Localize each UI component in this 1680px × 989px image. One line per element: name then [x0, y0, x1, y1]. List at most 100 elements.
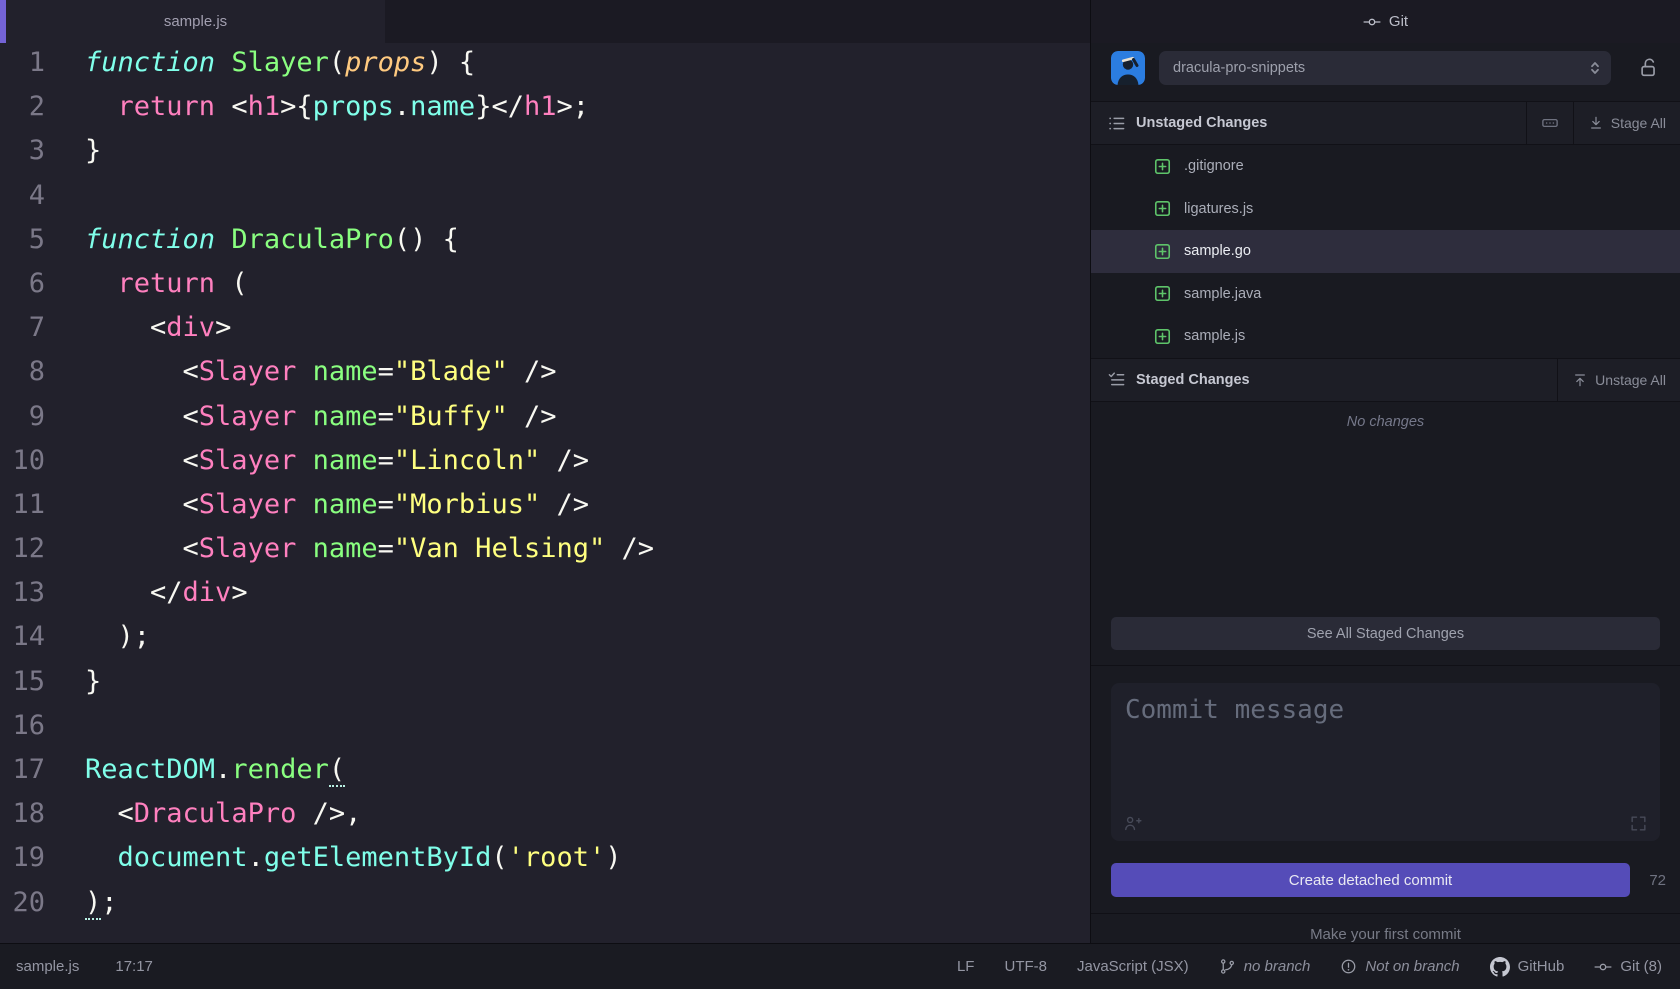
- unstaged-file-ligatures.js[interactable]: ligatures.js: [1091, 188, 1680, 231]
- code-text: }: [45, 660, 101, 704]
- code-line[interactable]: 4: [0, 174, 1090, 218]
- statusbar-git-changes[interactable]: Git (8): [1594, 958, 1662, 976]
- diff-added-icon: [1153, 199, 1172, 218]
- unstage-all-button[interactable]: Unstage All: [1558, 359, 1680, 401]
- code-text: return (: [45, 262, 248, 306]
- code-line[interactable]: 20);: [0, 881, 1090, 925]
- code-text: </div>: [45, 571, 248, 615]
- code-editor[interactable]: 1function Slayer(props) {2 return <h1>{p…: [0, 41, 1090, 925]
- status-label: no branch: [1244, 958, 1311, 975]
- unstaged-file-list: .gitignore ligatures.js sample.go sample.ja…: [1091, 145, 1680, 358]
- line-number: 10: [0, 439, 45, 483]
- code-text: document.getElementById('root'): [45, 836, 621, 880]
- user-avatar[interactable]: [1111, 51, 1145, 85]
- code-line[interactable]: 11 <Slayer name="Morbius" />: [0, 483, 1090, 527]
- code-line[interactable]: 10 <Slayer name="Lincoln" />: [0, 439, 1090, 483]
- line-number: 20: [0, 881, 45, 925]
- code-text: [45, 174, 85, 218]
- git-commit-icon: [1594, 958, 1612, 976]
- code-text: <Slayer name="Blade" />: [45, 350, 556, 394]
- code-line[interactable]: 16: [0, 704, 1090, 748]
- code-text: function Slayer(props) {: [45, 41, 475, 85]
- code-text: ReactDOM.render(: [45, 748, 345, 792]
- code-line[interactable]: 18 <DraculaPro />,: [0, 792, 1090, 836]
- code-text: <Slayer name="Lincoln" />: [45, 439, 589, 483]
- statusbar-github[interactable]: GitHub: [1490, 957, 1565, 977]
- code-line[interactable]: 1function Slayer(props) {: [0, 41, 1090, 85]
- code-line[interactable]: 19 document.getElementById('root'): [0, 836, 1090, 880]
- unstaged-file-.gitignore[interactable]: .gitignore: [1091, 145, 1680, 188]
- code-line[interactable]: 12 <Slayer name="Van Helsing" />: [0, 527, 1090, 571]
- code-text: <div>: [45, 306, 231, 350]
- file-name: .gitignore: [1184, 158, 1244, 174]
- status-label: LF: [957, 958, 975, 975]
- statusbar-encoding[interactable]: UTF-8: [1004, 958, 1047, 975]
- code-text: <Slayer name="Van Helsing" />: [45, 527, 654, 571]
- code-line[interactable]: 2 return <h1>{props.name}</h1>;: [0, 85, 1090, 129]
- statusbar-filename[interactable]: sample.js: [16, 958, 79, 975]
- diff-added-icon: [1153, 242, 1172, 261]
- unstaged-changes-label: Unstaged Changes: [1136, 115, 1267, 131]
- code-line[interactable]: 9 <Slayer name="Buffy" />: [0, 395, 1090, 439]
- line-number: 4: [0, 174, 45, 218]
- see-all-staged-changes-button[interactable]: See All Staged Changes: [1111, 617, 1660, 650]
- stage-all-button[interactable]: Stage All: [1574, 102, 1680, 144]
- git-panel-title: Git: [1389, 13, 1408, 30]
- line-number: 7: [0, 306, 45, 350]
- line-number: 15: [0, 660, 45, 704]
- unstaged-changes-header: Unstaged Changes Stage All: [1091, 101, 1680, 145]
- code-line[interactable]: 15}: [0, 660, 1090, 704]
- code-line[interactable]: 6 return (: [0, 262, 1090, 306]
- repo-selector-value: dracula-pro-snippets: [1159, 60, 1587, 76]
- unstaged-file-sample.java[interactable]: sample.java: [1091, 273, 1680, 316]
- code-text: <Slayer name="Buffy" />: [45, 395, 556, 439]
- git-branch-icon: [1219, 958, 1236, 975]
- line-number: 3: [0, 129, 45, 173]
- statusbar-grammar[interactable]: JavaScript (JSX): [1077, 958, 1189, 975]
- file-name: sample.go: [1184, 243, 1251, 259]
- line-number: 11: [0, 483, 45, 527]
- unstaged-file-sample.js[interactable]: sample.js: [1091, 315, 1680, 358]
- status-label: JavaScript (JSX): [1077, 958, 1189, 975]
- code-line[interactable]: 8 <Slayer name="Blade" />: [0, 350, 1090, 394]
- statusbar-branch-warning[interactable]: Not on branch: [1340, 958, 1459, 975]
- code-line[interactable]: 3}: [0, 129, 1090, 173]
- tab-sample-js[interactable]: sample.js: [6, 0, 385, 43]
- tab-title: sample.js: [164, 13, 227, 30]
- unlock-icon[interactable]: [1638, 57, 1660, 79]
- code-text: function DraculaPro() {: [45, 218, 459, 262]
- statusbar-branch[interactable]: no branch: [1219, 958, 1311, 975]
- line-number: 13: [0, 571, 45, 615]
- section-divider: [1091, 665, 1680, 666]
- unstaged-file-sample.go[interactable]: sample.go: [1091, 230, 1680, 273]
- staged-changes-header: Staged Changes Unstage All: [1091, 358, 1680, 402]
- editor-pane: sample.js 1function Slayer(props) {2 ret…: [0, 0, 1091, 943]
- line-number: 2: [0, 85, 45, 129]
- unstaged-menu-button[interactable]: [1527, 102, 1573, 144]
- status-label: Not on branch: [1365, 958, 1459, 975]
- create-detached-commit-button[interactable]: Create detached commit: [1111, 863, 1630, 897]
- expand-icon[interactable]: [1629, 814, 1648, 833]
- diff-added-icon: [1153, 157, 1172, 176]
- file-name: ligatures.js: [1184, 201, 1253, 217]
- line-number: 12: [0, 527, 45, 571]
- code-line[interactable]: 5function DraculaPro() {: [0, 218, 1090, 262]
- commit-message-box: [1111, 683, 1660, 841]
- statusbar-cursor-position[interactable]: 17:17: [115, 958, 153, 975]
- diff-added-icon: [1153, 284, 1172, 303]
- person-add-icon[interactable]: [1123, 814, 1142, 833]
- staged-changes-label: Staged Changes: [1136, 372, 1250, 388]
- status-label: 17:17: [115, 958, 153, 975]
- code-line[interactable]: 7 <div>: [0, 306, 1090, 350]
- git-panel-header: Git: [1091, 0, 1680, 43]
- code-line[interactable]: 14 );: [0, 615, 1090, 659]
- commit-message-input[interactable]: [1111, 683, 1660, 795]
- code-text: [45, 704, 85, 748]
- repo-selector[interactable]: dracula-pro-snippets: [1159, 51, 1611, 85]
- code-line[interactable]: 13 </div>: [0, 571, 1090, 615]
- status-label: UTF-8: [1004, 958, 1047, 975]
- commit-action-row: Create detached commit 72: [1111, 863, 1668, 897]
- code-line[interactable]: 17ReactDOM.render(: [0, 748, 1090, 792]
- line-number: 14: [0, 615, 45, 659]
- statusbar-line-ending[interactable]: LF: [957, 958, 975, 975]
